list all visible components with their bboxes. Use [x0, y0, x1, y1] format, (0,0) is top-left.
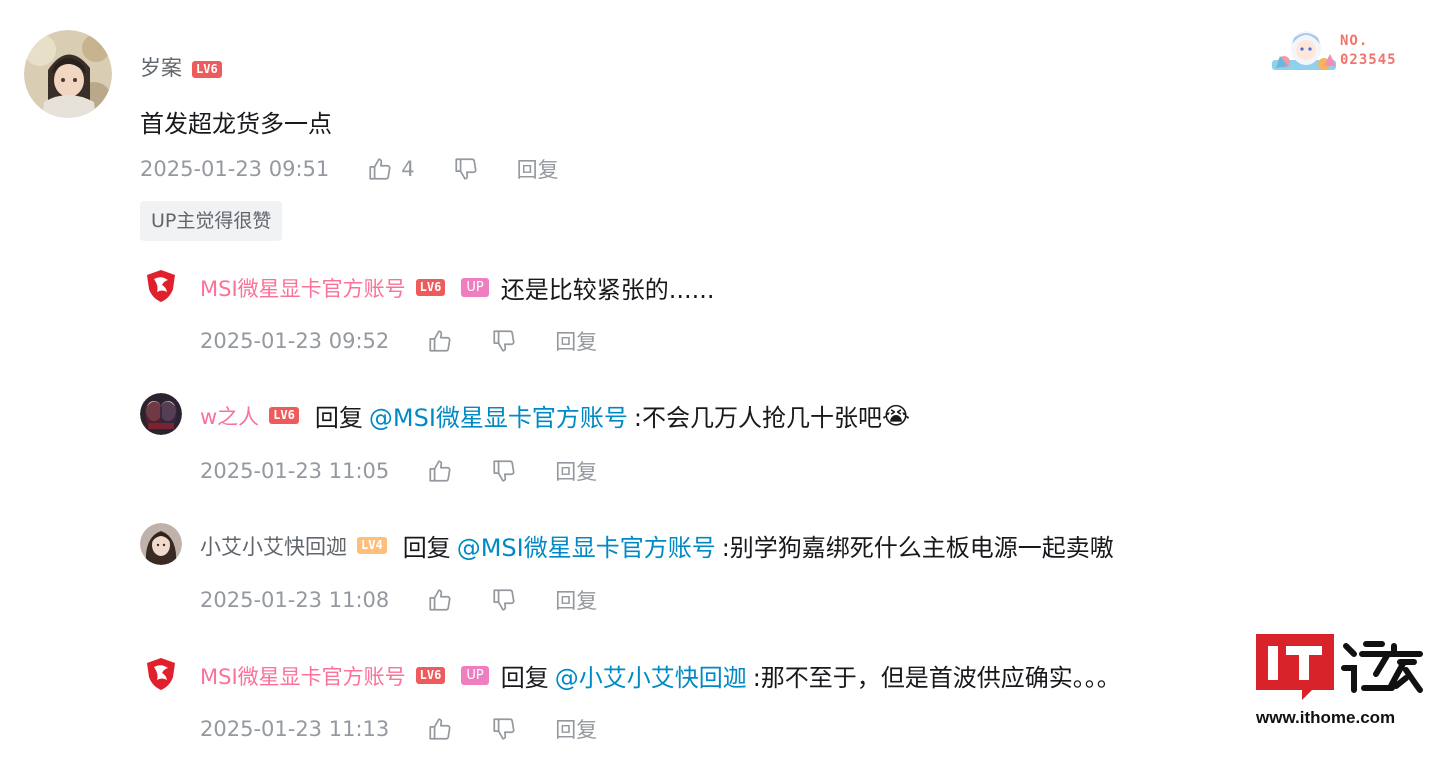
fan-badge-image — [1272, 31, 1336, 70]
thumbs-up-icon — [429, 718, 451, 740]
reply-meta: 2025-01-23 11:08 回复 — [200, 585, 635, 615]
level-badge: LV6 — [192, 60, 222, 78]
like-count: 4 — [401, 157, 415, 181]
timestamp: 2025-01-23 09:51 — [140, 157, 330, 181]
timestamp: 2025-01-23 11:13 — [200, 717, 390, 741]
crying-emoji-icon: 😭 — [882, 401, 911, 430]
fan-badge: NO. 023545 — [1270, 26, 1430, 76]
reply-item: 小艾小艾快回迦 LV4 回复 @MSI微星显卡官方账号 :别学狗嘉绑死什么主板电… — [200, 528, 1114, 563]
like-button[interactable] — [427, 587, 453, 613]
avatar[interactable] — [140, 653, 182, 695]
timestamp: 2025-01-23 09:52 — [200, 329, 390, 353]
thumbs-down-icon — [493, 718, 515, 740]
up-tag: UP — [461, 666, 489, 685]
timestamp: 2025-01-23 11:05 — [200, 459, 390, 483]
level-badge: LV6 — [269, 407, 299, 424]
avatar[interactable] — [140, 393, 182, 435]
reply-button[interactable]: 回复 — [555, 326, 597, 356]
reply-button[interactable]: 回复 — [555, 714, 597, 744]
dislike-button[interactable] — [453, 156, 479, 182]
comment-text: 首发超龙货多一点 — [140, 110, 332, 138]
thumbs-up-icon — [429, 330, 451, 352]
reply-text: :那不至于，但是首波供应确实。。。 — [752, 664, 1121, 692]
reply-text: 还是比较紧张的...... — [500, 276, 715, 304]
reply-item: w之人 LV6 回复 @MSI微星显卡官方账号 :不会几万人抢几十张吧 😭 — [200, 398, 910, 433]
avatar[interactable] — [24, 30, 112, 118]
comment-author: 岁案 LV6 — [140, 52, 222, 82]
up-liked-tag: UP主觉得很赞 — [140, 201, 283, 241]
reply-meta: 2025-01-23 09:52 回复 — [200, 326, 635, 356]
thumbs-down-icon — [493, 460, 515, 482]
reply-meta: 2025-01-23 11:05 回复 — [200, 456, 635, 486]
dislike-button[interactable] — [491, 716, 517, 742]
dislike-button[interactable] — [491, 587, 517, 613]
up-tag: UP — [461, 278, 489, 297]
timestamp: 2025-01-23 11:08 — [200, 588, 390, 612]
username[interactable]: MSI微星显卡官方账号 — [200, 661, 406, 691]
username[interactable]: w之人 — [200, 401, 259, 431]
dislike-button[interactable] — [491, 458, 517, 484]
level-badge: LV6 — [415, 279, 446, 296]
mention-link[interactable]: @MSI微星显卡官方账号 — [369, 398, 628, 433]
like-button[interactable] — [427, 716, 453, 742]
username[interactable]: MSI微星显卡官方账号 — [200, 273, 406, 303]
reply-meta: 2025-01-23 11:13 回复 — [200, 714, 635, 744]
level-badge: LV4 — [357, 537, 387, 554]
username[interactable]: 岁案 — [140, 56, 182, 80]
reply-text: :不会几万人抢几十张吧 — [633, 404, 882, 432]
thumbs-up-icon — [429, 460, 451, 482]
ithome-watermark: www.ithome.com — [1254, 632, 1424, 732]
like-button[interactable]: 4 — [367, 156, 415, 182]
reply-item: MSI微星显卡官方账号 LV6 UP 回复 @小艾小艾快回迦 :那不至于，但是首… — [200, 658, 1121, 693]
mention-link[interactable]: @MSI微星显卡官方账号 — [457, 528, 716, 563]
thumbs-down-icon — [493, 330, 515, 352]
thumbs-down-icon — [455, 158, 477, 180]
avatar[interactable] — [140, 265, 182, 307]
thumbs-down-icon — [493, 589, 515, 611]
username[interactable]: 小艾小艾快回迦 — [200, 531, 347, 561]
fan-badge-number: NO. 023545 — [1340, 33, 1397, 68]
ithome-logo — [1256, 634, 1423, 700]
mention-link[interactable]: @小艾小艾快回迦 — [555, 658, 747, 693]
reply-prefix: 回复 — [314, 404, 363, 432]
avatar[interactable] — [140, 523, 182, 565]
watermark-url: www.ithome.com — [1256, 708, 1396, 727]
reply-button[interactable]: 回复 — [517, 154, 559, 184]
dislike-button[interactable] — [491, 328, 517, 354]
reply-prefix: 回复 — [500, 664, 549, 692]
reply-text: :别学狗嘉绑死什么主板电源一起卖嗷 — [721, 534, 1114, 562]
reply-prefix: 回复 — [402, 534, 451, 562]
level-badge: LV6 — [415, 667, 446, 684]
like-button[interactable] — [427, 458, 453, 484]
comment-meta: 2025-01-23 09:51 4 回复 — [140, 154, 597, 184]
thumbs-up-icon — [429, 589, 451, 611]
reply-item: MSI微星显卡官方账号 LV6 UP 还是比较紧张的...... — [200, 270, 714, 305]
thumbs-up-icon — [369, 158, 391, 180]
reply-button[interactable]: 回复 — [555, 456, 597, 486]
reply-button[interactable]: 回复 — [555, 585, 597, 615]
like-button[interactable] — [427, 328, 453, 354]
